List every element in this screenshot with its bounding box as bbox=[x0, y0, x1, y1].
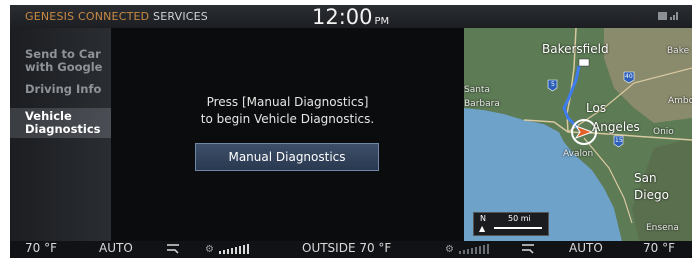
menu-item-label: Driving Info bbox=[25, 82, 102, 96]
map-label-onio: Onio bbox=[653, 127, 674, 137]
north-label: N bbox=[480, 214, 486, 223]
map-label-ambo: Ambo bbox=[668, 96, 692, 106]
map-label-bake: Bake bbox=[667, 46, 690, 56]
fan-speed-icon[interactable]: ⚙ bbox=[205, 241, 257, 258]
map-label-avalon: Avalon bbox=[563, 149, 594, 159]
airflow-icon[interactable] bbox=[165, 241, 183, 258]
map-label-santa: Santa bbox=[464, 85, 490, 95]
menu-item-driving-info[interactable]: Driving Info bbox=[25, 83, 111, 96]
map-label-barbara: Barbara bbox=[464, 99, 500, 109]
map-label-ensena: Ensena bbox=[646, 223, 679, 233]
scale-label: 50 mi bbox=[508, 214, 531, 223]
shield-label: 40 bbox=[625, 73, 633, 80]
instruction-line-1: Press [Manual Diagnostics] bbox=[206, 95, 369, 109]
climate-bar: 70 °F AUTO ⚙ OUTSIDE 70 °F ⚙ AUTO 70 °F bbox=[10, 241, 692, 258]
signal-icon bbox=[658, 12, 678, 20]
menu-item-vehicle-diagnostics[interactable]: Vehicle Diagnostics bbox=[10, 108, 111, 138]
infotainment-screen: GENESIS CONNECTED SERVICES 12:00 PM Send … bbox=[10, 5, 692, 258]
scale-bar bbox=[494, 227, 542, 229]
diagnostics-panel: Press [Manual Diagnostics] to begin Vehi… bbox=[111, 28, 464, 241]
instruction-text: Press [Manual Diagnostics] to begin Vehi… bbox=[111, 94, 464, 128]
map-label-san: San bbox=[634, 171, 657, 185]
left-temperature[interactable]: 70 °F bbox=[25, 241, 57, 255]
airflow-right-icon[interactable] bbox=[520, 241, 538, 258]
menu-item-label: Diagnostics bbox=[25, 122, 101, 136]
instruction-line-2: to begin Vehicle Diagnostics. bbox=[200, 112, 375, 126]
map-scale: N ▲ 50 mi bbox=[473, 212, 549, 236]
left-climate-mode[interactable]: AUTO bbox=[99, 241, 133, 255]
map-label-bakersfield: Bakersfield bbox=[542, 42, 609, 56]
menu-item-label: with Google bbox=[25, 60, 103, 74]
manual-diagnostics-button[interactable]: Manual Diagnostics bbox=[195, 143, 379, 171]
svg-text:⚙: ⚙ bbox=[445, 244, 454, 255]
right-climate-mode[interactable]: AUTO bbox=[569, 241, 603, 255]
navigation-map[interactable]: Bakersfield Bake Santa Barbara Ambo Los … bbox=[464, 28, 692, 241]
svg-text:⚙: ⚙ bbox=[205, 244, 214, 255]
outside-temperature: OUTSIDE 70 °F bbox=[302, 241, 392, 255]
fan-speed-right-icon[interactable]: ⚙ bbox=[445, 241, 497, 258]
brand-name: GENESIS CONNECTED bbox=[25, 10, 150, 23]
status-icons bbox=[658, 11, 680, 24]
side-menu: Send to Car with Google Driving Info Veh… bbox=[10, 28, 111, 241]
brand-services: SERVICES bbox=[149, 10, 208, 23]
clock: 12:00 PM bbox=[312, 5, 389, 29]
shield-label: 15 bbox=[615, 137, 623, 144]
menu-item-send-to-car[interactable]: Send to Car with Google bbox=[25, 48, 111, 74]
status-bar: GENESIS CONNECTED SERVICES 12:00 PM bbox=[10, 5, 692, 29]
clock-time: 12:00 bbox=[312, 5, 373, 29]
map-label-angeles: Angeles bbox=[592, 120, 640, 134]
destination-flag-icon bbox=[578, 58, 590, 67]
shield-label: 5 bbox=[551, 81, 555, 88]
clock-ampm: PM bbox=[374, 16, 390, 27]
north-arrow-icon: ▲ bbox=[479, 224, 486, 233]
map-label-diego: Diego bbox=[634, 188, 669, 202]
map-label-los: Los bbox=[586, 101, 607, 115]
right-temperature[interactable]: 70 °F bbox=[643, 241, 675, 255]
brand-title: GENESIS CONNECTED SERVICES bbox=[25, 10, 208, 23]
